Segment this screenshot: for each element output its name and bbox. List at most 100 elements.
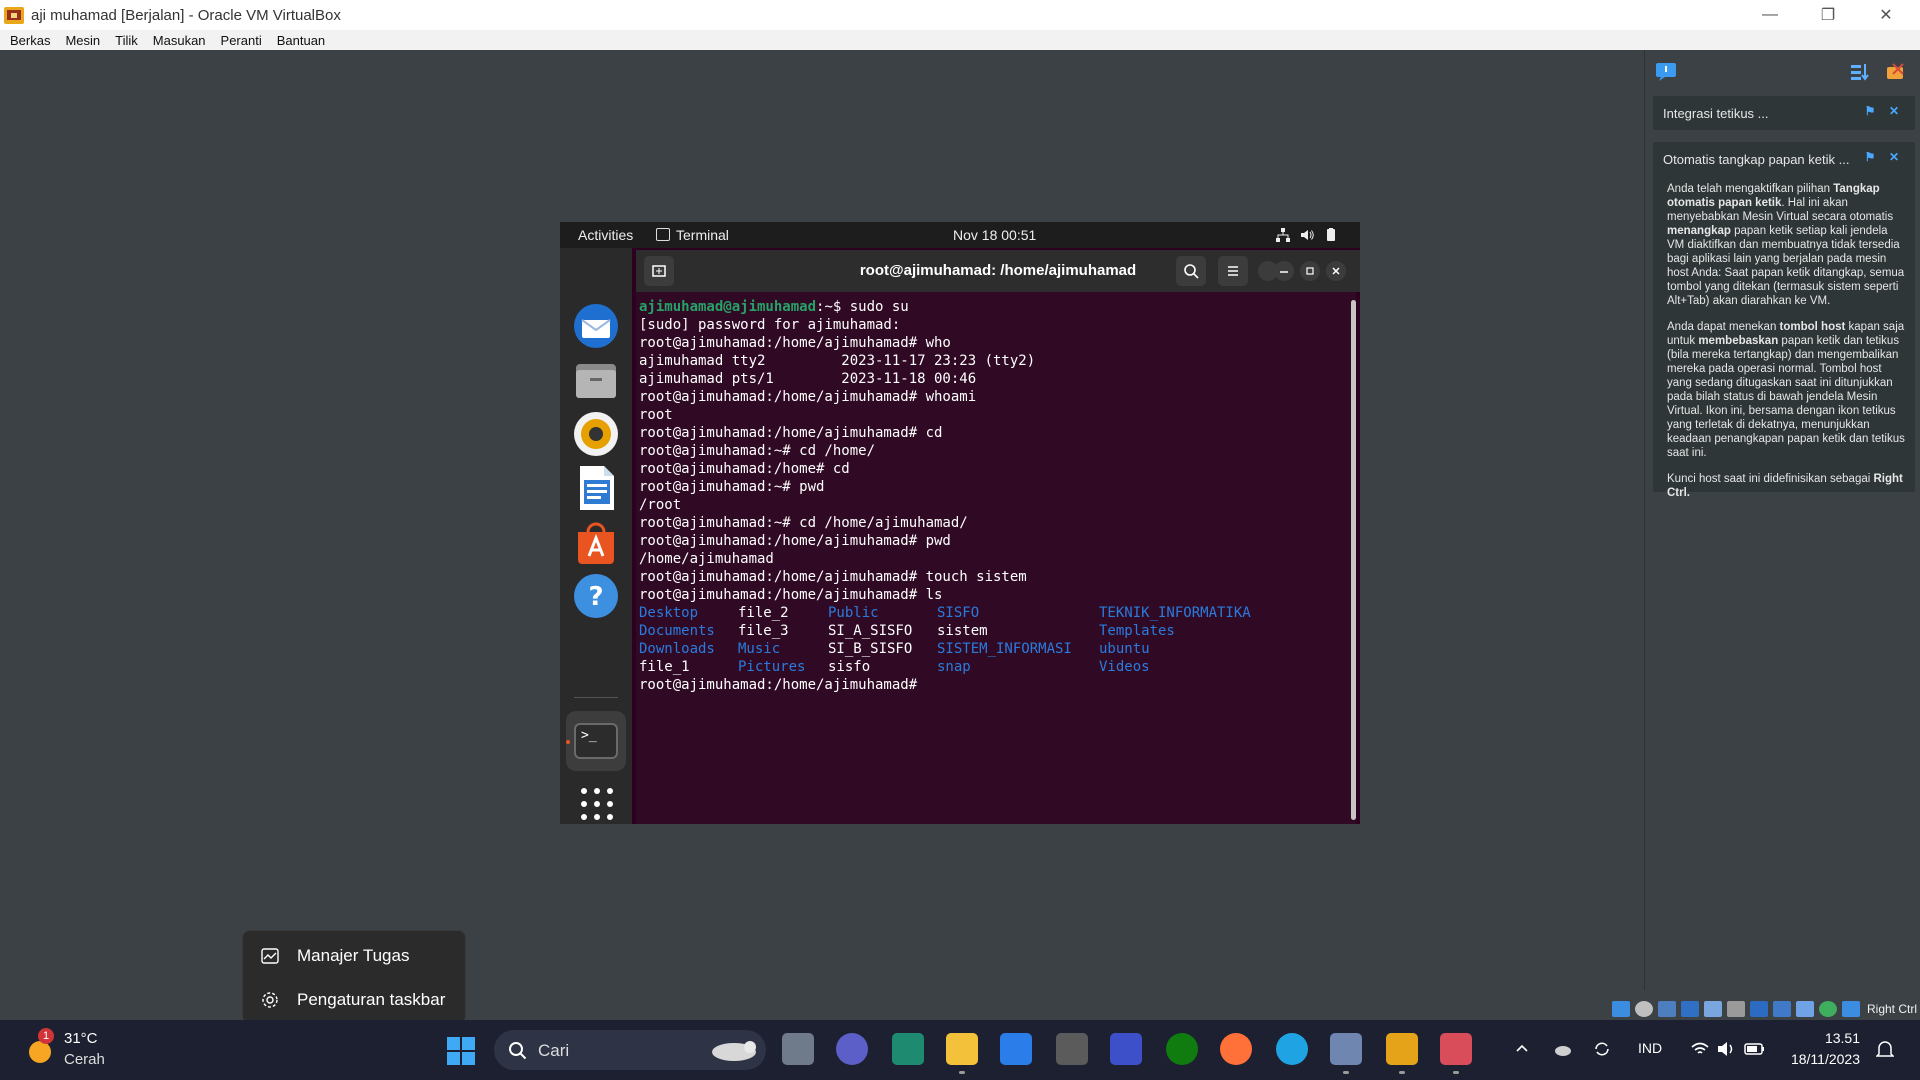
menu-item-task-manager[interactable]: Manajer Tugas — [243, 935, 467, 977]
maximize-button[interactable]: ❐ — [1800, 0, 1856, 30]
terminal-search-button[interactable] — [1176, 256, 1206, 286]
show-apps-grid-icon[interactable] — [581, 788, 613, 820]
thunderbird-icon[interactable] — [572, 302, 620, 350]
hard-disk-icon[interactable] — [1612, 1001, 1630, 1017]
speaker-icon[interactable] — [1716, 1040, 1736, 1058]
network-adapter-icon[interactable] — [1681, 1001, 1699, 1017]
start-button[interactable] — [446, 1036, 476, 1066]
clock-time[interactable]: 13.51 — [1760, 1030, 1860, 1046]
input-language[interactable]: IND — [1638, 1040, 1662, 1056]
virtualbox-icon[interactable] — [1330, 1033, 1362, 1065]
file-explorer-icon[interactable] — [946, 1033, 978, 1065]
files-icon[interactable] — [572, 356, 620, 404]
search-highlight-illustration-icon — [712, 1041, 756, 1061]
jetbrains-app-icon[interactable] — [892, 1033, 924, 1065]
sort-notifications-icon[interactable] — [1849, 62, 1871, 82]
terminal-menu-button[interactable] — [1218, 256, 1248, 286]
libreoffice-writer-icon[interactable] — [572, 464, 620, 512]
keyboard-capture-icon[interactable] — [1842, 1001, 1860, 1017]
notification-toolbar — [1645, 50, 1920, 96]
taskbar-search[interactable]: Cari — [494, 1030, 766, 1070]
wifi-icon[interactable] — [1690, 1040, 1710, 1058]
rhythmbox-icon[interactable] — [572, 410, 620, 458]
activities-button[interactable]: Activities — [578, 227, 633, 243]
network-icon[interactable] — [1276, 228, 1290, 242]
menu-item-taskbar-settings[interactable]: Pengaturan taskbar — [243, 979, 467, 1021]
terminal-scrollbar[interactable] — [1351, 300, 1356, 820]
window-title: aji muhamad [Berjalan] - Oracle VM Virtu… — [31, 6, 341, 24]
help-icon[interactable]: ? — [572, 572, 620, 620]
clear-notifications-icon[interactable] — [1885, 62, 1907, 82]
microsoft-store-icon[interactable] — [1000, 1033, 1032, 1065]
terminal-line: root@ajimuhamad:/home/ajimuhamad# who — [639, 335, 951, 351]
terminal-close-button[interactable] — [1326, 261, 1346, 281]
dismiss-icon[interactable]: ✕ — [1887, 104, 1901, 118]
snipping-tool-icon[interactable] — [1440, 1033, 1472, 1065]
onedrive-icon[interactable] — [1552, 1040, 1572, 1058]
virtualbox-vm-icon[interactable] — [1386, 1033, 1418, 1065]
terminal-line: ajimuhamad pts/1 2023-11-18 00:46 — [639, 371, 977, 387]
ls-directory: SISFO — [937, 605, 980, 621]
unity-hub-icon[interactable] — [1056, 1033, 1088, 1065]
notification-center: Integrasi tetikus ... ⚑ ✕ Otomatis tangk… — [1644, 50, 1920, 990]
running-indicator — [959, 1071, 965, 1074]
xbox-icon[interactable] — [1166, 1033, 1198, 1065]
app-center-icon[interactable] — [572, 518, 620, 566]
top-bar-clock[interactable]: Nov 18 00:51 — [953, 227, 1036, 243]
ls-row: Desktop file_2 Public SISFO TEKNIK_INFORMATI… — [639, 604, 1356, 622]
usb-icon[interactable] — [1704, 1001, 1722, 1017]
battery-icon[interactable] — [1324, 228, 1338, 242]
gnome-top-bar: Activities Terminal Nov 18 00:51 — [560, 222, 1360, 248]
pin-icon[interactable]: ⚑ — [1863, 104, 1877, 118]
ls-output: Desktop file_2 Public SISFO TEKNIK_INFORMATI… — [639, 604, 1356, 676]
terminal-line: root@ajimuhamad:~# cd /home/ajimuhamad/ — [639, 515, 968, 531]
notification-bell-icon[interactable] — [1876, 1040, 1894, 1060]
notification-mouse-integration[interactable]: Integrasi tetikus ... ⚑ ✕ — [1653, 96, 1915, 130]
menu-bantuan[interactable]: Bantuan — [277, 33, 325, 48]
menu-mesin[interactable]: Mesin — [65, 33, 100, 48]
volume-icon[interactable] — [1300, 228, 1314, 242]
task-view-icon[interactable] — [782, 1033, 814, 1065]
weather-condition[interactable]: Cerah — [64, 1051, 105, 1068]
recording-icon[interactable] — [1773, 1001, 1791, 1017]
guest-screen[interactable]: Activities Terminal Nov 18 00:51 ? >_ ro… — [560, 222, 1360, 824]
app-menu-terminal[interactable]: Terminal — [676, 227, 729, 243]
terminal-output[interactable]: ajimuhamad@ajimuhamad:~$ sudo su [sudo] p… — [636, 292, 1356, 824]
terminal-title: root@ajimuhamad: /home/ajimuhamad — [859, 262, 1137, 279]
running-indicator — [1343, 1071, 1349, 1074]
ls-directory: TEKNIK_INFORMATIKA — [1099, 605, 1251, 621]
menu-tilik[interactable]: Tilik — [115, 33, 138, 48]
mouse-integration-icon[interactable] — [1819, 1001, 1837, 1017]
terminal-app-icon — [656, 228, 670, 241]
ls-row: Documents file_3 SI_A_SISFO sistem Templates — [639, 622, 1356, 640]
cpu-icon[interactable] — [1796, 1001, 1814, 1017]
terminal-line: root@ajimuhamad:/home# cd — [639, 461, 850, 477]
audio-icon[interactable] — [1658, 1001, 1676, 1017]
notification-auto-capture[interactable]: Otomatis tangkap papan ketik ... ⚑ ✕ And… — [1653, 142, 1915, 499]
teams-chat-icon[interactable] — [836, 1033, 868, 1065]
gear-icon — [262, 992, 278, 1008]
notification-title: Otomatis tangkap papan ketik ... — [1663, 152, 1850, 167]
firefox-icon[interactable] — [1220, 1033, 1252, 1065]
message-center-icon[interactable] — [1655, 62, 1677, 82]
menu-peranti[interactable]: Peranti — [221, 33, 262, 48]
pin-icon[interactable]: ⚑ — [1863, 150, 1877, 164]
weather-temperature[interactable]: 31°C — [64, 1030, 98, 1047]
dismiss-icon[interactable]: ✕ — [1887, 150, 1901, 164]
optical-drive-icon[interactable] — [1635, 1001, 1653, 1017]
minimize-button[interactable]: — — [1742, 0, 1798, 30]
sync-icon[interactable] — [1592, 1040, 1612, 1058]
terminal-dock-icon[interactable]: >_ — [574, 723, 618, 759]
edge-icon[interactable] — [1276, 1033, 1308, 1065]
menu-bar: Berkas Mesin Tilik Masukan Peranti Bantu… — [0, 30, 1920, 50]
terminal-restore-button[interactable] — [1300, 261, 1320, 281]
clock-date[interactable]: 18/11/2023 — [1760, 1051, 1860, 1067]
shared-folders-icon[interactable] — [1727, 1001, 1745, 1017]
display-icon[interactable] — [1750, 1001, 1768, 1017]
menu-berkas[interactable]: Berkas — [10, 33, 50, 48]
chevron-up-icon[interactable] — [1514, 1040, 1530, 1056]
android-studio-icon[interactable] — [1110, 1033, 1142, 1065]
ls-file: sisfo — [828, 659, 871, 675]
menu-masukan[interactable]: Masukan — [153, 33, 206, 48]
close-button[interactable]: ✕ — [1858, 0, 1914, 30]
